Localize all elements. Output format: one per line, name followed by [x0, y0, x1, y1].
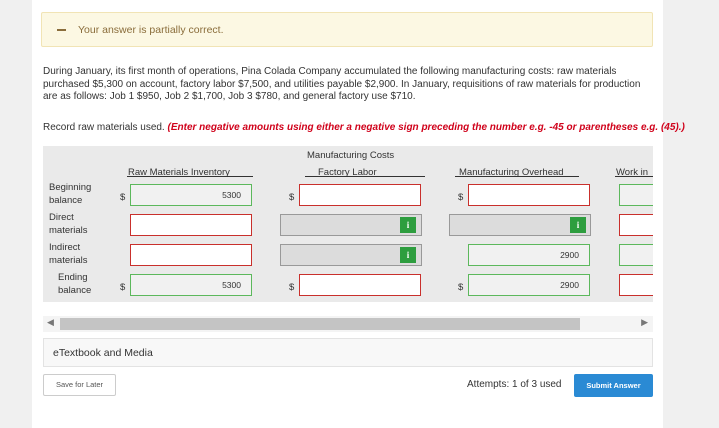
row-label-direct: Direct materials — [49, 212, 88, 236]
raw-materials-ending-input[interactable]: 5300 — [130, 274, 252, 296]
work-in-process-header: Work in — [616, 167, 649, 178]
overhead-header: Manufacturing Overhead — [459, 167, 564, 178]
raw-materials-header: Raw Materials Inventory — [128, 167, 230, 178]
instruction-note: (Enter negative amounts using either a n… — [167, 122, 685, 133]
instruction: Record raw materials used. (Enter negati… — [43, 122, 685, 134]
info-icon[interactable]: i — [400, 217, 416, 233]
currency-symbol: $ — [289, 192, 295, 203]
field-value: 5300 — [222, 190, 241, 200]
manufacturing-costs-header: Manufacturing Costs — [307, 150, 395, 161]
field-value: 2900 — [560, 250, 579, 260]
question-text: During January, its first month of opera… — [43, 66, 641, 102]
raw-materials-indirect-input[interactable] — [130, 244, 252, 266]
raw-materials-beginning-input[interactable]: 5300 — [130, 184, 252, 206]
scroll-right-icon[interactable]: ▶ — [641, 317, 648, 328]
submit-answer-button[interactable]: Submit Answer — [574, 374, 653, 397]
row-label-ending: Ending balance — [58, 272, 92, 296]
scroll-left-icon[interactable]: ◀ — [47, 317, 54, 328]
etextbook-label: eTextbook and Media — [53, 347, 153, 359]
overhead-ending-input[interactable]: 2900 — [468, 274, 590, 296]
feedback-message: Your answer is partially correct. — [78, 24, 224, 36]
currency-symbol: $ — [120, 192, 126, 203]
factory-labor-ending-input[interactable] — [299, 274, 421, 296]
instruction-text: Record raw materials used. — [43, 122, 165, 133]
info-icon[interactable]: i — [400, 247, 416, 263]
attempts-text: Attempts: 1 of 3 used — [467, 379, 562, 390]
factory-labor-beginning-input[interactable] — [299, 184, 421, 206]
etextbook-media-panel[interactable]: eTextbook and Media — [43, 338, 653, 367]
wip-beginning-input[interactable] — [619, 184, 653, 206]
field-value: 5300 — [222, 280, 241, 290]
currency-symbol: $ — [458, 192, 464, 203]
wip-direct-input[interactable] — [619, 214, 653, 236]
minus-icon — [57, 29, 66, 31]
row-label-indirect: Indirect materials — [49, 242, 88, 266]
info-icon[interactable]: i — [570, 217, 586, 233]
horizontal-scrollbar[interactable]: ◀ ▶ — [43, 316, 653, 332]
wip-indirect-input[interactable] — [619, 244, 653, 266]
factory-labor-header: Factory Labor — [318, 167, 377, 178]
save-for-later-button[interactable]: Save for Later — [43, 374, 116, 396]
overhead-indirect-input[interactable]: 2900 — [468, 244, 590, 266]
scrollbar-thumb[interactable] — [60, 318, 580, 330]
wip-ending-input[interactable] — [619, 274, 653, 296]
currency-symbol: $ — [120, 282, 126, 293]
currency-symbol: $ — [289, 282, 295, 293]
overhead-beginning-input[interactable] — [468, 184, 590, 206]
currency-symbol: $ — [458, 282, 464, 293]
raw-materials-direct-input[interactable] — [130, 214, 252, 236]
t-account-table: Manufacturing Costs Raw Materials Invent… — [43, 146, 653, 302]
row-label-beginning: Beginning balance — [49, 182, 92, 206]
feedback-alert: Your answer is partially correct. — [41, 12, 653, 47]
field-value: 2900 — [560, 280, 579, 290]
